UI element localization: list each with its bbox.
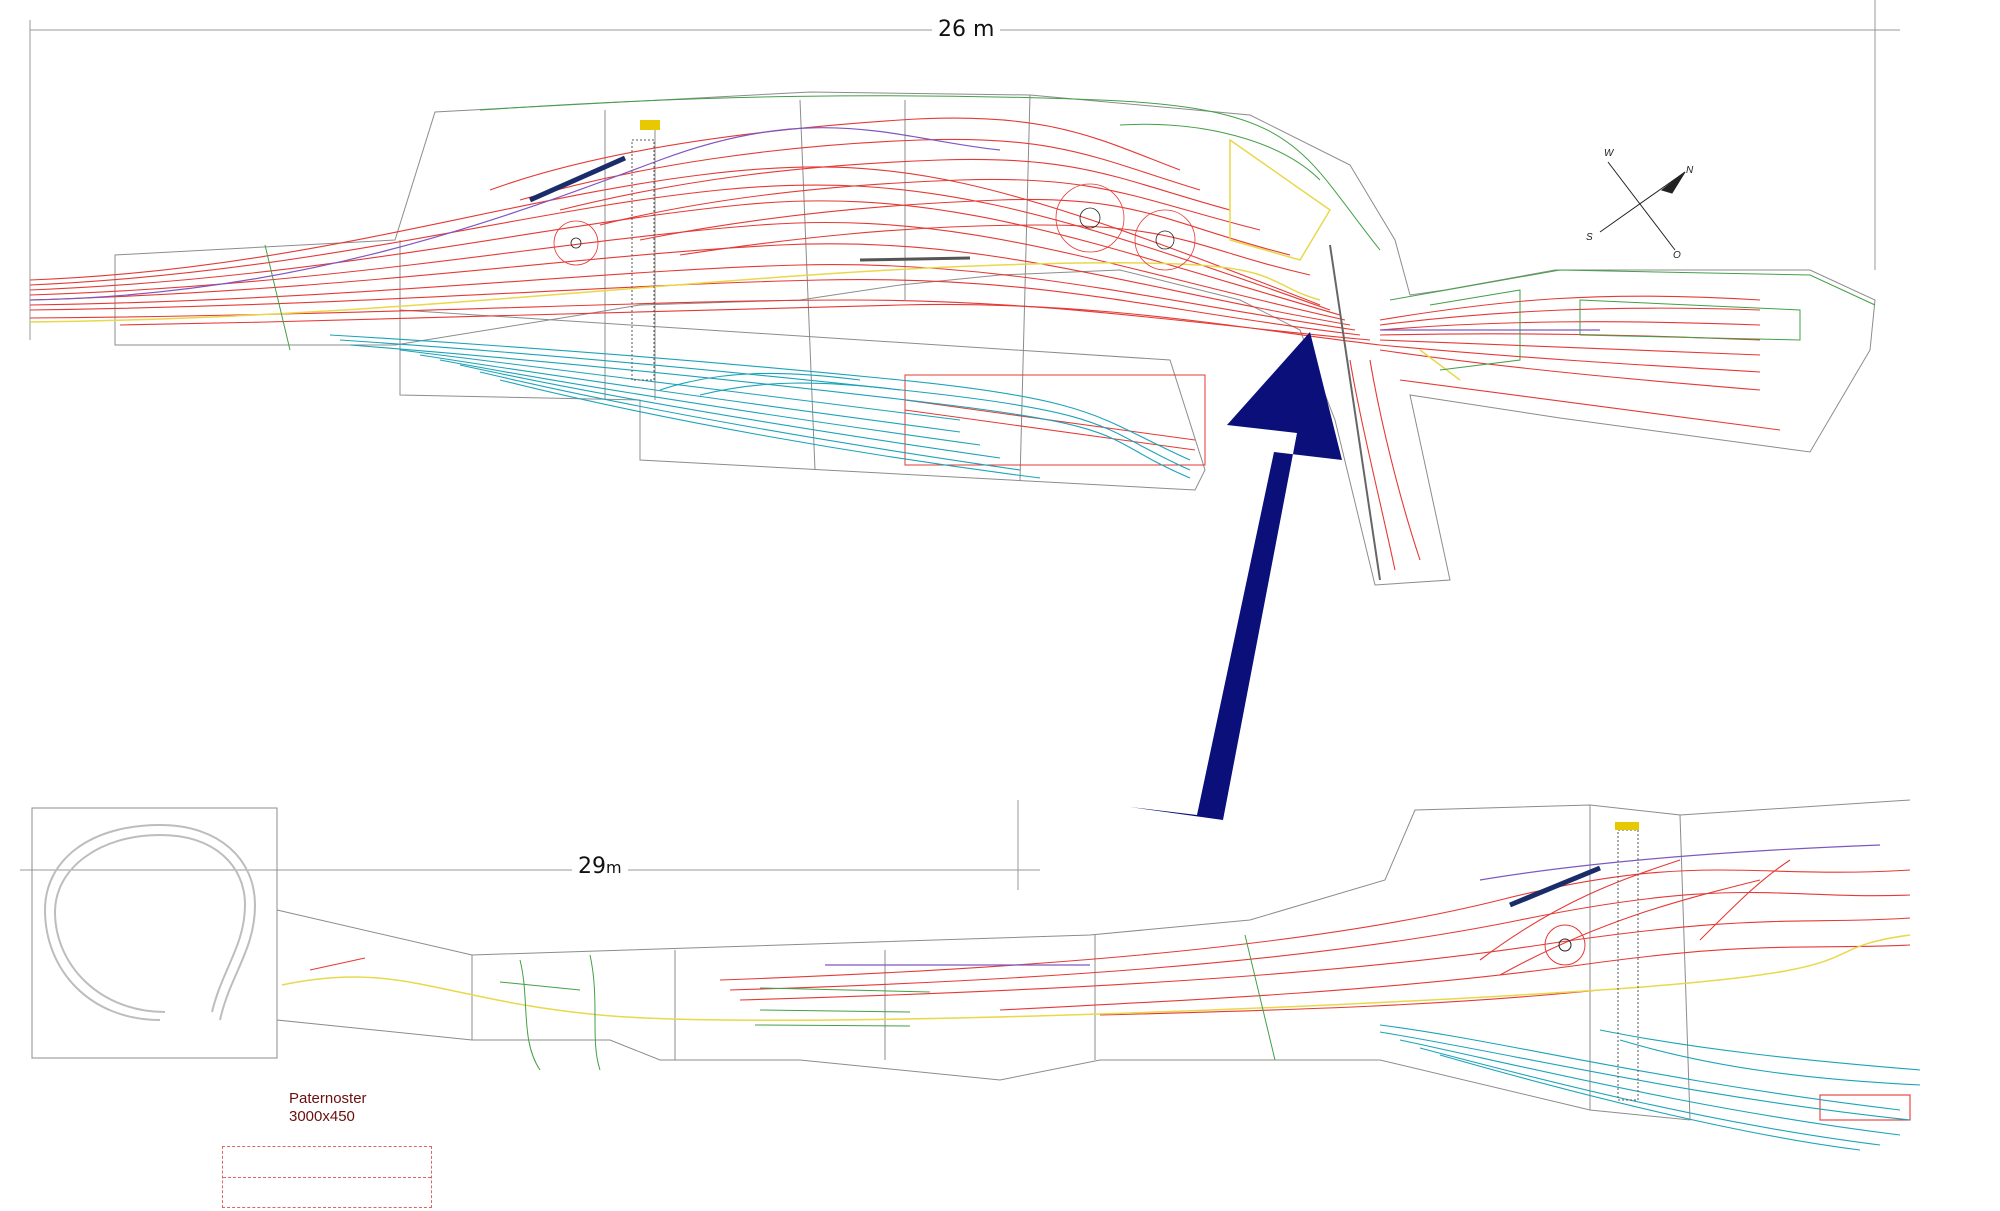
compass-north-label: N (1686, 165, 1694, 176)
direction-arrow-icon (1130, 332, 1342, 820)
top-blue-yard (329, 334, 1191, 479)
bottom-dimension-number: 29 (578, 854, 606, 879)
bottom-blue-yard (1379, 1024, 1921, 1151)
paternoster-box (222, 1146, 432, 1208)
compass-south-label: S (1586, 232, 1593, 243)
paternoster-loop (43, 823, 257, 1021)
top-dimension-label: 26 m (932, 17, 1001, 42)
track-plan-drawing (20, 0, 1921, 1151)
bottom-dimension-label: 29m (572, 854, 628, 879)
bottom-yellow-tracks (281, 934, 1911, 1021)
bottom-dimension-unit: m (606, 858, 622, 877)
compass-icon (1599, 161, 1686, 251)
compass-west-label: W (1604, 148, 1614, 159)
top-yellow-tracks (29, 138, 1461, 381)
compass-east-label: O (1673, 250, 1681, 261)
top-red-sidings (904, 374, 1206, 466)
paternoster-size: 3000x450 (289, 1108, 355, 1125)
top-dimension-line (29, 0, 1900, 340)
bottom-red-tracks (309, 859, 1911, 1121)
bottom-plan-outline (31, 799, 1911, 1121)
paternoster-label: Paternoster 3000x450 (289, 1090, 367, 1126)
top-green-lines (264, 95, 1876, 371)
paternoster-title: Paternoster (289, 1090, 367, 1107)
bottom-green-lines (499, 934, 1276, 1071)
bottom-dimension-line (20, 800, 1040, 890)
